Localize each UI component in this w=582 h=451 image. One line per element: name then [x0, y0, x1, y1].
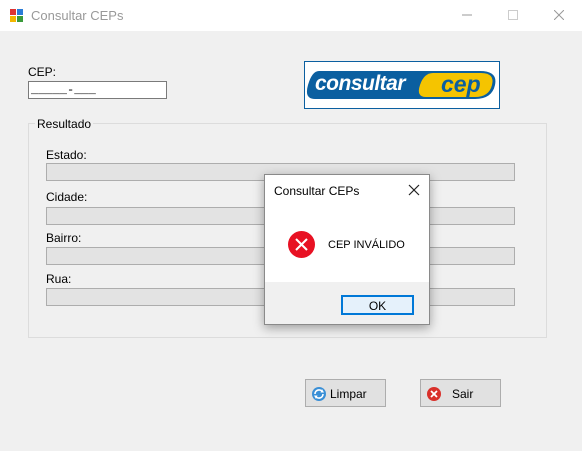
dialog-message: CEP INVÁLIDO	[328, 239, 405, 251]
maximize-icon	[508, 10, 518, 20]
sair-label: Sair	[452, 387, 474, 401]
cep-input[interactable]: _____-___	[28, 81, 167, 99]
ok-button[interactable]: OK	[341, 295, 414, 315]
minimize-icon	[462, 14, 472, 16]
maximize-button[interactable]	[490, 0, 536, 31]
bairro-label: Bairro:	[46, 231, 82, 245]
dialog-close-button[interactable]	[405, 181, 423, 199]
close-icon	[408, 184, 420, 196]
error-dialog: Consultar CEPs CEP INVÁLIDO OK	[264, 174, 430, 325]
minimize-button[interactable]	[444, 0, 490, 31]
limpar-button[interactable]: Limpar	[305, 379, 386, 407]
cep-label: CEP:	[28, 65, 57, 79]
estado-label: Estado:	[46, 148, 87, 162]
error-icon	[288, 231, 315, 258]
ok-label: OK	[368, 299, 387, 313]
refresh-icon	[312, 387, 326, 401]
dialog-footer: OK	[265, 282, 429, 324]
logo-text-consultar: consultar	[315, 72, 406, 95]
sair-button[interactable]: Sair	[420, 379, 501, 407]
dialog-title: Consultar CEPs	[274, 184, 360, 198]
rua-label: Rua:	[46, 272, 72, 286]
logo-text-cep: cep	[441, 71, 481, 97]
window-title: Consultar CEPs	[31, 8, 124, 23]
cidade-label: Cidade:	[46, 190, 88, 204]
title-bar[interactable]: Consultar CEPs	[0, 0, 582, 31]
exit-icon	[427, 387, 441, 401]
resultado-title: Resultado	[35, 117, 94, 131]
consultar-cep-logo: consultar cep	[304, 61, 500, 109]
close-icon	[554, 10, 564, 20]
limpar-label: Limpar	[330, 387, 367, 401]
app-icon	[10, 9, 23, 22]
close-button[interactable]	[536, 0, 582, 31]
